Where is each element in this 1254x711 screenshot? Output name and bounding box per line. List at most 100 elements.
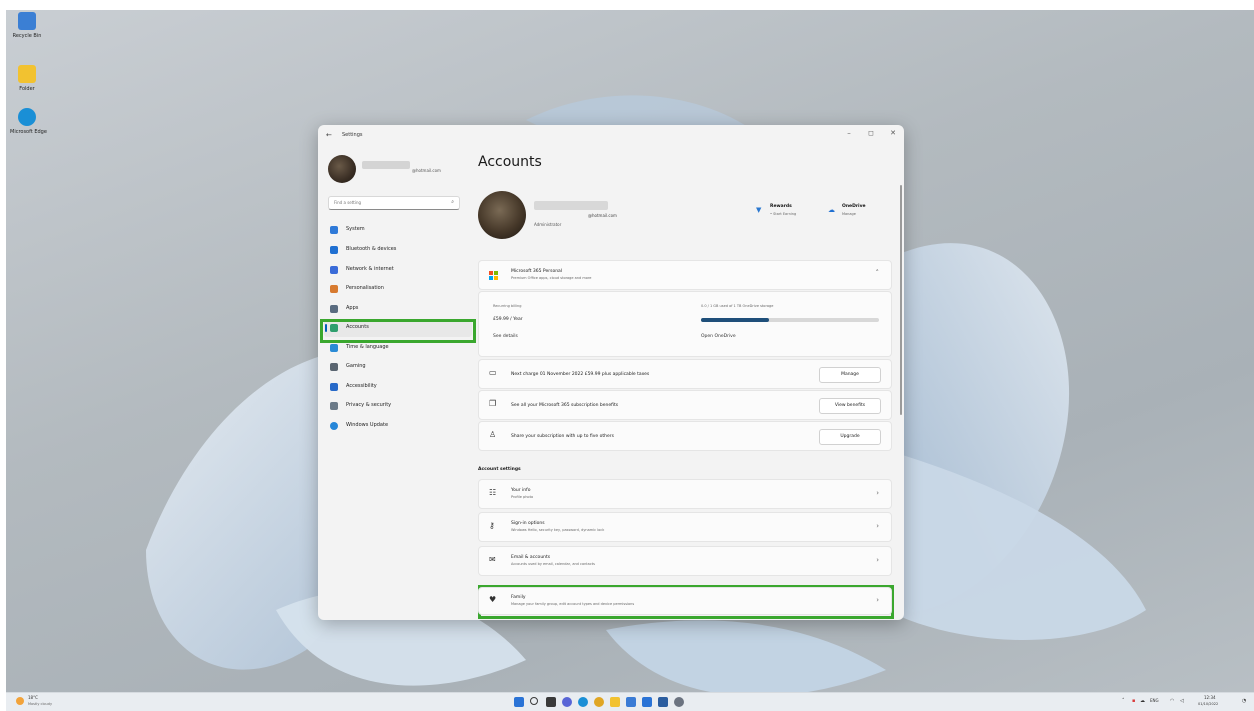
share-subscription-row: ♙ Share your subscription with up to fiv… [478, 421, 892, 451]
wifi-icon[interactable]: ◠ [1170, 698, 1174, 704]
settings-row-sign-in[interactable]: ⚷ Sign-in options Windows Hello, securit… [478, 512, 892, 542]
update-icon [330, 422, 338, 430]
bluetooth-icon [330, 246, 338, 254]
manage-button[interactable]: Manage [819, 367, 881, 383]
tray-cloud-icon[interactable]: ☁ [1140, 698, 1145, 704]
m365-billing-card: Recurring billing £59.99 / Year See deta… [478, 291, 892, 357]
sidebar-item-gaming[interactable]: Gaming [324, 358, 472, 376]
chrome-icon[interactable] [594, 697, 604, 707]
perk-title: Rewards [770, 204, 792, 209]
next-charge-row: ▭ Next charge 01 November 2022 £59.99 pl… [478, 359, 892, 389]
photos-icon[interactable] [658, 697, 668, 707]
sidebar-item-personalisation[interactable]: Personalisation [324, 280, 472, 298]
m365-card-header[interactable]: Microsoft 365 Personal Premium Office ap… [478, 260, 892, 290]
rewards-link[interactable]: ▼ Rewards • Start Earning [756, 203, 826, 223]
sidebar-item-privacy[interactable]: Privacy & security [324, 397, 472, 415]
sidebar-item-label: Personalisation [346, 285, 384, 291]
store-icon[interactable] [626, 697, 636, 707]
minimize-button[interactable]: – [842, 129, 856, 137]
sidebar-item-apps[interactable]: Apps [324, 300, 472, 318]
chevron-right-icon: › [876, 596, 879, 604]
chat-icon[interactable] [562, 697, 572, 707]
sidebar-item-bluetooth[interactable]: Bluetooth & devices [324, 241, 472, 259]
setting-subtitle: Profile photo [511, 495, 534, 499]
id-card-icon: ☷ [489, 488, 497, 497]
volume-icon[interactable]: ◁ [1180, 698, 1184, 704]
close-button[interactable]: ✕ [886, 129, 900, 137]
billing-price: £59.99 / Year [493, 317, 523, 322]
search-input[interactable]: Find a setting ⌕ [328, 196, 460, 210]
accounts-highlight-box [320, 319, 476, 343]
account-header: @hotmail.com Administrator ▼ Rewards • S… [478, 191, 896, 247]
setting-title: Family [511, 595, 526, 600]
setting-subtitle: Accounts used by email, calendar, and co… [511, 562, 595, 566]
clock-time[interactable]: 12:34 [1204, 695, 1216, 700]
setting-subtitle: Windows Hello, security key, password, d… [511, 528, 605, 532]
perk-title: OneDrive [842, 204, 866, 209]
onedrive-link[interactable]: ☁ OneDrive Manage [828, 203, 892, 223]
main-content: Accounts @hotmail.com Administrator ▼ Re… [478, 147, 904, 620]
perk-subtitle: Manage [842, 212, 856, 216]
view-benefits-button[interactable]: View benefits [819, 398, 881, 414]
desktop-icon-folder[interactable]: Folder [10, 65, 44, 92]
user-email: @hotmail.com [412, 168, 441, 173]
sidebar-item-network[interactable]: Network & internet [324, 261, 472, 279]
action-text: See all your Microsoft 365 subscription … [511, 403, 619, 408]
setting-title: Your info [511, 488, 531, 493]
globe-clock-icon [330, 344, 338, 352]
monitor-icon [330, 226, 338, 234]
clock-date[interactable]: 01/10/2022 [1198, 702, 1218, 706]
benefits-row: ❐ See all your Microsoft 365 subscriptio… [478, 390, 892, 420]
notification-icon[interactable]: ◔ [1242, 698, 1246, 704]
main-scrollbar[interactable] [900, 185, 902, 415]
key-icon: ⚷ [489, 521, 495, 530]
task-view-icon[interactable] [546, 697, 556, 707]
tray-app-icon[interactable]: ▪ [1132, 698, 1135, 704]
brush-icon [330, 285, 338, 293]
settings-row-email-accounts[interactable]: ✉ Email & accounts Accounts used by emai… [478, 546, 892, 576]
open-onedrive-link[interactable]: Open OneDrive [701, 334, 736, 339]
mail-taskbar-icon[interactable] [642, 697, 652, 707]
sidebar: @hotmail.com Find a setting ⌕ System Blu… [318, 147, 478, 620]
sidebar-item-windows-update[interactable]: Windows Update [324, 417, 472, 435]
sidebar-item-accessibility[interactable]: Accessibility [324, 378, 472, 396]
billing-label: Recurring billing [493, 304, 522, 308]
sidebar-item-system[interactable]: System [324, 221, 472, 239]
edge-icon [18, 108, 36, 126]
folder-icon [18, 65, 36, 83]
tray-chevron-icon[interactable]: ˄ [1122, 698, 1125, 704]
sidebar-item-label: Bluetooth & devices [346, 246, 397, 252]
accessibility-icon [330, 383, 338, 391]
weather-icon[interactable] [16, 697, 24, 705]
settings-row-your-info[interactable]: ☷ Your info Profile photo › [478, 479, 892, 509]
setting-title: Email & accounts [511, 555, 551, 560]
edge-taskbar-icon[interactable] [578, 697, 588, 707]
desktop-icon-edge[interactable]: Microsoft Edge [10, 108, 47, 135]
upgrade-button[interactable]: Upgrade [819, 429, 881, 445]
file-explorer-icon[interactable] [610, 697, 620, 707]
search-icon[interactable] [530, 697, 538, 705]
search-placeholder: Find a setting [334, 200, 362, 205]
taskbar: 18°C Mostly cloudy ˄ ▪ ☁ ENG ◠ ◁ 12:34 0… [6, 692, 1254, 711]
sidebar-item-label: Windows Update [346, 422, 389, 428]
start-icon[interactable] [514, 697, 524, 707]
avatar[interactable] [328, 155, 356, 183]
settings-row-family[interactable]: ♥ Family Manage your family group, edit … [478, 587, 892, 615]
heart-icon: ♥ [489, 595, 497, 604]
page-title: Accounts [478, 154, 542, 170]
sidebar-item-label: Accessibility [346, 383, 377, 389]
back-arrow-icon[interactable]: ← [326, 131, 332, 139]
storage-label: 0.0 / 1 GB used of 1 TB OneDrive storage [701, 304, 774, 308]
desktop-icon-label: Recycle Bin [12, 33, 42, 39]
chevron-up-icon: ˄ [875, 269, 880, 277]
gift-icon: ❐ [489, 399, 497, 408]
shield-icon [330, 402, 338, 410]
desktop-icon-recycle-bin[interactable]: Recycle Bin [10, 12, 44, 39]
maximize-button[interactable]: ◻ [864, 129, 878, 137]
desktop-icon-label: Microsoft Edge [10, 129, 47, 135]
language-indicator[interactable]: ENG [1150, 698, 1159, 703]
search-icon: ⌕ [451, 199, 454, 205]
see-details-link[interactable]: See details [493, 334, 518, 339]
settings-window: ← Settings – ◻ ✕ @hotmail.com Find a set… [318, 125, 904, 620]
settings-gear-icon[interactable] [674, 697, 684, 707]
